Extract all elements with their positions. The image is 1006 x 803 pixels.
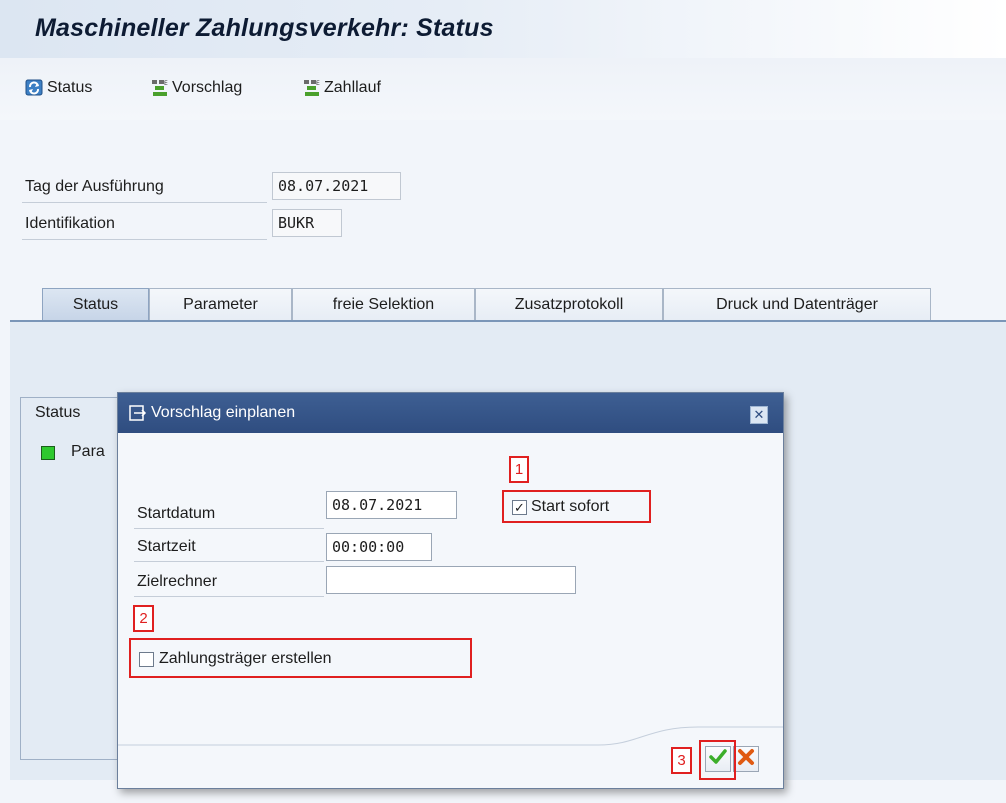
identification-label: Identifikation bbox=[25, 215, 115, 232]
status-row-text: Para bbox=[71, 443, 105, 460]
schedule-proposal-dialog: Vorschlag einplanen ✕ Startdatum 08.07.2… bbox=[117, 392, 784, 789]
tab-label: Parameter bbox=[183, 295, 258, 313]
label-underline bbox=[134, 561, 324, 562]
page-title: Maschineller Zahlungsverkehr: Status bbox=[35, 14, 494, 42]
startdatum-input[interactable]: 08.07.2021 bbox=[326, 491, 457, 519]
dialog-title: Vorschlag einplanen bbox=[151, 404, 296, 421]
zielrechner-input[interactable] bbox=[326, 566, 576, 594]
label-underline bbox=[134, 528, 324, 529]
close-icon[interactable]: ✕ bbox=[750, 406, 768, 424]
payment-run-button-label: Zahllauf bbox=[324, 79, 381, 96]
green-status-led-icon bbox=[41, 446, 55, 460]
svg-text:E: E bbox=[164, 80, 168, 87]
tab-druck-und-datentraeger[interactable]: Druck und Datenträger bbox=[663, 288, 931, 320]
startdatum-label: Startdatum bbox=[137, 505, 216, 522]
execution-date-field[interactable]: 08.07.2021 bbox=[272, 172, 401, 200]
annotation-marker-2: 2 bbox=[133, 605, 154, 632]
tab-label: Druck und Datenträger bbox=[716, 295, 878, 313]
tab-label: Status bbox=[72, 295, 119, 313]
dialog-window-icon bbox=[129, 404, 147, 422]
annotation-box-3 bbox=[699, 740, 736, 780]
footer-swoosh bbox=[118, 726, 783, 746]
tab-freie-selektion[interactable]: freie Selektion bbox=[292, 288, 475, 320]
tab-status[interactable]: Status bbox=[42, 288, 149, 320]
tab-label: Zusatzprotokoll bbox=[514, 295, 624, 313]
status-button-label: Status bbox=[47, 79, 93, 96]
execution-date-label: Tag der Ausführung bbox=[25, 178, 164, 195]
cancel-x-icon bbox=[736, 747, 756, 772]
label-underline bbox=[22, 239, 267, 240]
zielrechner-label: Zielrechner bbox=[137, 573, 218, 590]
refresh-status-icon bbox=[25, 78, 45, 98]
annotation-box-1 bbox=[502, 490, 651, 523]
startzeit-input[interactable]: 00:00:00 bbox=[326, 533, 432, 561]
payment-run-icon: E bbox=[302, 78, 322, 98]
tab-label: freie Selektion bbox=[332, 295, 435, 313]
title-bar: Maschineller Zahlungsverkehr: Status bbox=[0, 0, 1006, 58]
label-underline bbox=[22, 202, 267, 203]
annotation-marker-1: 1 bbox=[509, 456, 529, 483]
dialog-title-bar: Vorschlag einplanen ✕ bbox=[118, 393, 783, 433]
payment-run-button[interactable]: E Zahllauf bbox=[302, 76, 381, 100]
label-underline bbox=[134, 596, 324, 597]
application-toolbar: Status E Vorschlag E Zahllauf bbox=[0, 58, 1006, 120]
proposal-button-label: Vorschlag bbox=[172, 79, 243, 96]
annotation-marker-3: 3 bbox=[671, 747, 692, 774]
startzeit-label: Startzeit bbox=[137, 538, 196, 555]
proposal-icon: E bbox=[150, 78, 170, 98]
annotation-box-2 bbox=[129, 638, 472, 678]
status-button[interactable]: Status bbox=[25, 76, 92, 100]
svg-text:E: E bbox=[316, 80, 320, 87]
status-group-title: Status bbox=[35, 404, 81, 421]
cancel-button[interactable] bbox=[733, 746, 759, 772]
tab-zusatzprotokoll[interactable]: Zusatzprotokoll bbox=[475, 288, 663, 320]
identification-field[interactable]: BUKR bbox=[272, 209, 342, 237]
tab-parameter[interactable]: Parameter bbox=[149, 288, 292, 320]
proposal-button[interactable]: E Vorschlag bbox=[150, 76, 242, 100]
